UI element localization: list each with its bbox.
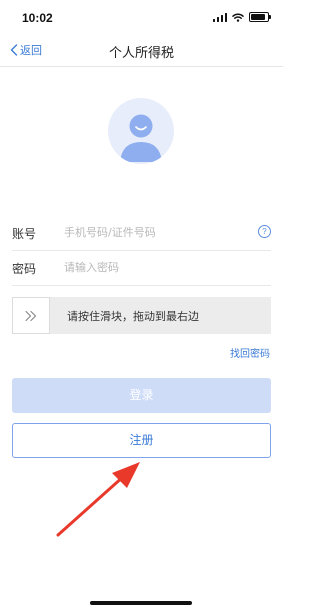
- annotation-arrow-icon: [56, 462, 140, 537]
- home-indicator[interactable]: [90, 601, 192, 605]
